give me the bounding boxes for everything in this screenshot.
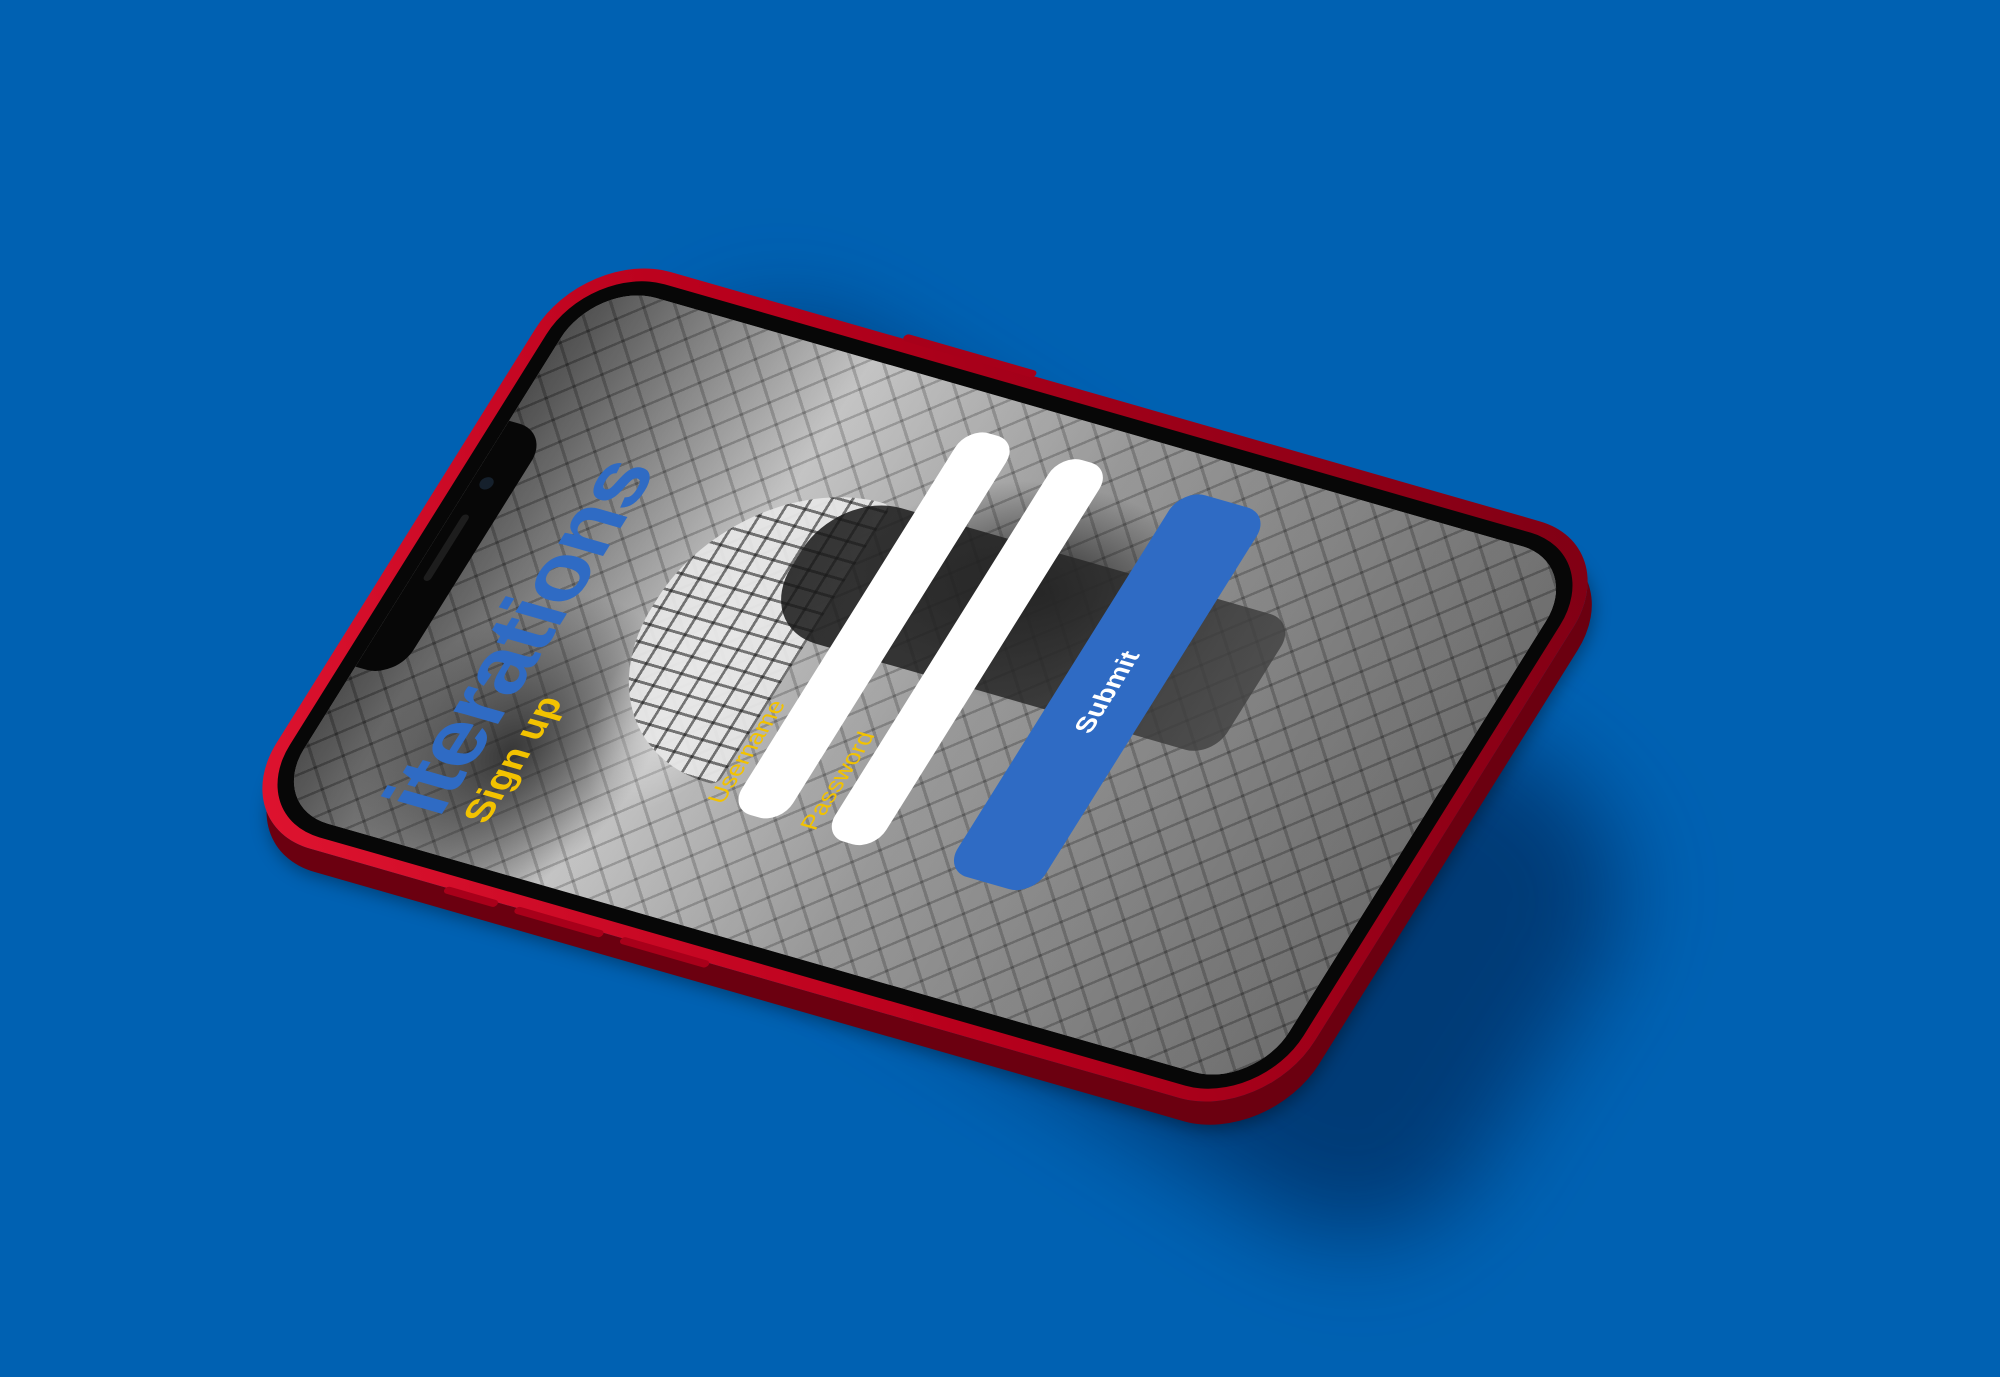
stage: iterations Sign up Username Password Sub… bbox=[0, 0, 2000, 1377]
submit-button[interactable]: Submit bbox=[944, 488, 1271, 896]
camera-icon bbox=[476, 475, 497, 491]
silent-switch bbox=[442, 885, 500, 908]
